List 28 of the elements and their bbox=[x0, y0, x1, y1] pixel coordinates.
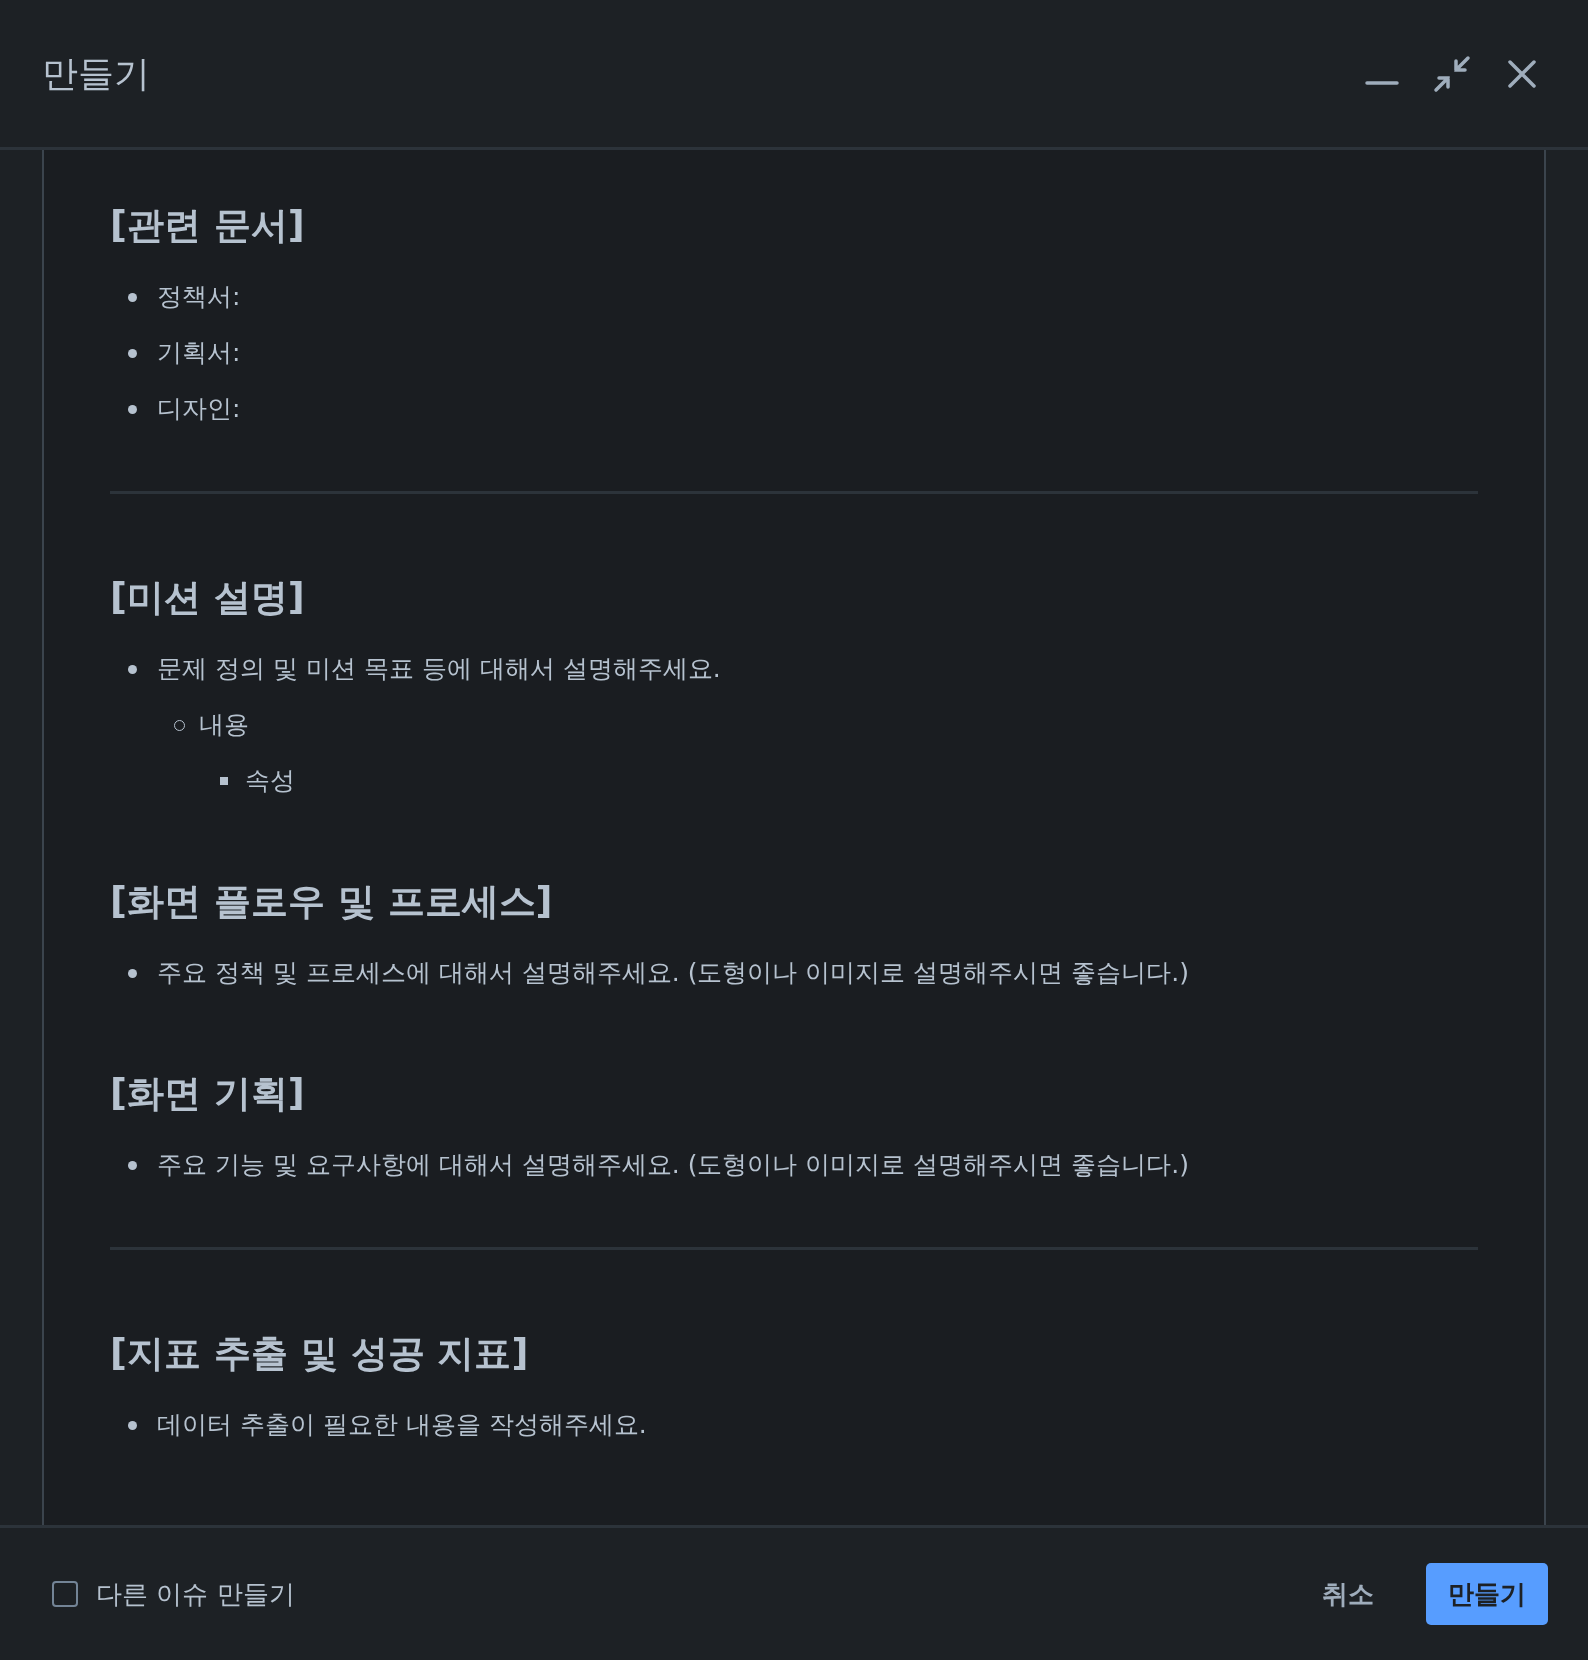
list-item-text: 주요 정책 및 프로세스에 대해서 설명해주세요. (도형이나 이미지로 설명해주시면 좋습니다.) bbox=[157, 957, 1189, 990]
section-heading: [지표 추출 및 성공 지표] bbox=[110, 1331, 530, 1377]
dialog-title: 만들기 bbox=[42, 51, 150, 96]
list-item-text: 기획서: bbox=[157, 337, 241, 370]
section-heading: [화면 기획] bbox=[110, 1071, 306, 1117]
list-item-text: 내용 bbox=[199, 709, 249, 742]
list-item-text: 정책서: bbox=[157, 281, 241, 314]
checkbox-label: 다른 이슈 만들기 bbox=[96, 1577, 295, 1611]
list-item-text: 속성 bbox=[245, 765, 295, 798]
square-bullet-icon bbox=[220, 777, 228, 785]
bullet-icon bbox=[128, 968, 137, 978]
section-heading: [화면 플로우 및 프로세스] bbox=[110, 879, 554, 925]
bullet-icon bbox=[128, 348, 137, 358]
list-item-text: 주요 기능 및 요구사항에 대해서 설명해주세요. (도형이나 이미지로 설명해주시면 좋습니다.) bbox=[157, 1149, 1189, 1182]
bullet-icon bbox=[128, 1160, 137, 1170]
cancel-button[interactable]: 취소 bbox=[1304, 1563, 1392, 1625]
section-heading: [미션 설명] bbox=[110, 575, 306, 621]
bullet-icon bbox=[128, 1420, 137, 1430]
section-heading: [관련 문서] bbox=[110, 203, 306, 249]
create-button[interactable]: 만들기 bbox=[1426, 1563, 1548, 1625]
bullet-icon bbox=[128, 664, 137, 674]
collapse-arrows-icon[interactable] bbox=[1432, 53, 1472, 94]
checkbox[interactable] bbox=[52, 1581, 78, 1607]
list-item-text: 문제 정의 및 미션 목표 등에 대해서 설명해주세요. bbox=[157, 653, 721, 686]
bullet-icon bbox=[128, 404, 137, 414]
bullet-icon bbox=[128, 292, 137, 302]
list-item-text: 디자인: bbox=[157, 393, 241, 426]
list-item-text: 데이터 추출이 필요한 내용을 작성해주세요. bbox=[157, 1409, 647, 1442]
